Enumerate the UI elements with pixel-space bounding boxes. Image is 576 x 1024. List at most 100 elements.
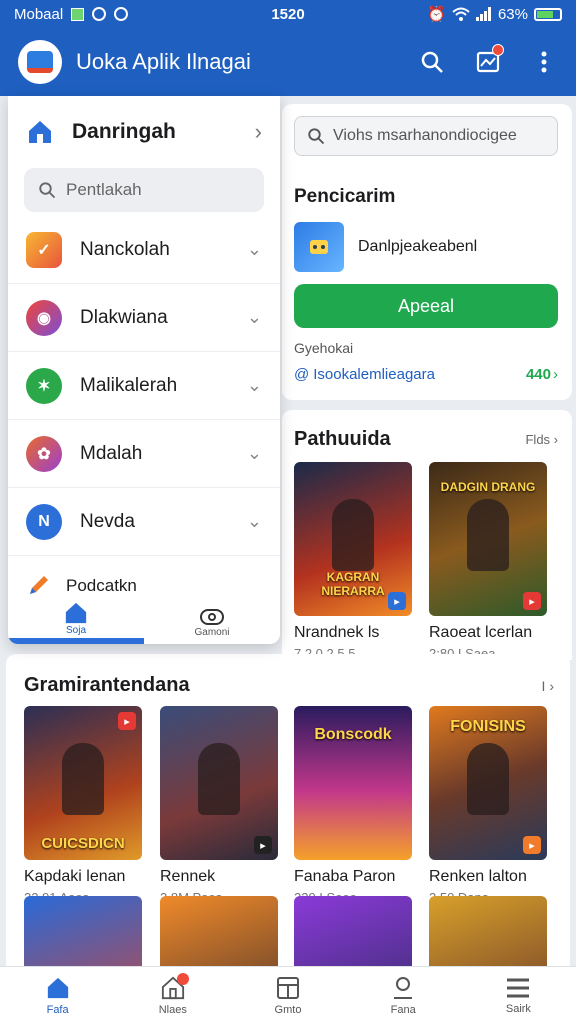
- drawer-header[interactable]: Danringah ›: [8, 96, 280, 168]
- game-name: Rennek: [160, 868, 216, 885]
- game-name: Kapdaki lenan: [24, 868, 126, 885]
- overflow-menu-button[interactable]: [530, 48, 558, 76]
- popular-section: Pathuuida Flds › KAGRAN NIERARRA ▸ Nrand…: [282, 410, 572, 661]
- game-cover: FONISINS ▸: [429, 706, 547, 860]
- drawer-item-3[interactable]: ✶ Malikalerah ⌄: [8, 352, 280, 420]
- game-card[interactable]: KAGRAN NIERARRA ▸ Nrandnek ls 7 2 0 2 5 …: [294, 462, 412, 661]
- drawer-item-5[interactable]: N Nevda ⌄: [8, 488, 280, 556]
- bottom-navigation: Fafa Nlaes Gmto Fana Sairk: [0, 966, 576, 1024]
- drawer-tab-games[interactable]: Gamoni: [144, 598, 280, 644]
- game-name: Raoeat lcerlan: [429, 624, 533, 641]
- nav-label: Sairk: [505, 1002, 531, 1015]
- more-vert-icon: [541, 51, 547, 73]
- see-more-label: I: [541, 677, 546, 694]
- game-cover: DADGIN DRANG ▸: [429, 462, 547, 616]
- chevron-down-icon: ⌄: [246, 443, 262, 463]
- image-notification-icon: [71, 7, 85, 21]
- search-input[interactable]: Viohs msarhanondiocigee: [294, 116, 558, 156]
- search-results-card: Viohs msarhanondiocigee Pencicarim Danlp…: [282, 104, 572, 400]
- badge-icon: ▸: [118, 712, 136, 730]
- chevron-right-icon: ›: [553, 366, 558, 383]
- nav-label: Fana: [390, 1003, 416, 1016]
- install-button[interactable]: Apeeal: [294, 284, 558, 328]
- nav-label: Gmto: [274, 1003, 302, 1016]
- chevron-down-icon: ⌄: [246, 307, 262, 327]
- camera-icon: ◉: [26, 299, 62, 336]
- app-title: Uoka Aplik Ilnagai: [76, 49, 251, 74]
- app-bar: Uoka Aplik Ilnagai: [0, 28, 576, 96]
- app-result[interactable]: Danlpjeakeabenl: [294, 222, 477, 272]
- game-cover: KAGRAN NIERARRA ▸: [294, 462, 412, 616]
- drawer-item-label: Dlakwiana: [80, 306, 168, 328]
- location-icon: [394, 976, 413, 999]
- checklist-icon: ✓: [26, 231, 62, 268]
- app-name: Danlpjeakeabenl: [358, 238, 478, 255]
- search-icon: [421, 51, 443, 73]
- activity-icon: ✶: [26, 367, 62, 404]
- drawer-search-input[interactable]: Pentlakah: [24, 168, 264, 212]
- see-more-link[interactable]: I ›: [542, 678, 554, 694]
- see-all-link[interactable]: @ Isookalemlieagara 440 ›: [294, 366, 558, 383]
- drawer-item-2[interactable]: ◉ Dlakwiana ⌄: [8, 284, 280, 352]
- see-more-label: Flds: [525, 432, 551, 447]
- wifi-icon: [452, 7, 470, 21]
- game-cover: CUICSDICN ▸: [24, 706, 142, 860]
- pencil-icon: [30, 576, 48, 594]
- search-button[interactable]: [418, 48, 446, 76]
- sync-icon: [114, 7, 129, 21]
- game-art-title: Bonscodk: [314, 726, 392, 743]
- store-icon: ▸: [388, 592, 406, 610]
- drawer-tab-home[interactable]: Soja: [8, 598, 144, 644]
- see-more-link[interactable]: Flds ›: [525, 432, 558, 447]
- home-icon: [47, 977, 68, 998]
- nav-home[interactable]: Fafa: [0, 967, 115, 1024]
- section-title: Gramirantendana: [24, 674, 190, 696]
- game-cover: ▸: [160, 706, 278, 860]
- play-icon: ▸: [523, 592, 541, 610]
- game-card[interactable]: Bonscodk Fanaba Paron 229 I Seeo: [294, 706, 412, 905]
- game-cover: Bonscodk: [294, 706, 412, 860]
- link-count: 440: [525, 366, 551, 383]
- nav-games[interactable]: Gmto: [230, 967, 345, 1024]
- notifications-button[interactable]: [474, 44, 504, 76]
- gamepad-icon: [200, 609, 224, 625]
- game-art-title: CUICSDICN: [41, 835, 125, 852]
- drawer-item-label: Mdalah: [80, 442, 143, 464]
- chevron-down-icon: ⌄: [246, 375, 262, 395]
- carrier-label: Mobaal: [14, 5, 64, 23]
- robot-icon: [310, 240, 328, 254]
- alarm-icon: ⏰: [427, 6, 446, 23]
- chevron-right-icon: ›: [254, 119, 262, 144]
- game-name: Fanaba Paron: [294, 868, 396, 885]
- drawer-item-4[interactable]: ✿ Mdalah ⌄: [8, 420, 280, 488]
- signal-icon: [475, 7, 491, 21]
- chevron-down-icon: ⌄: [246, 239, 262, 259]
- navigation-drawer: Danringah › Pentlakah ✓ Nanckolah ⌄ ◉ Dl…: [8, 96, 280, 644]
- drawer-item-label: Nevda: [80, 510, 135, 532]
- game-card[interactable]: DADGIN DRANG ▸ Raoeat lcerlan 2:80 I Sae…: [429, 462, 547, 661]
- game-art-title: FONISINS: [450, 718, 526, 735]
- badge-icon: ▸: [523, 836, 541, 854]
- drawer-tab-label: Soja: [65, 625, 86, 636]
- chevron-down-icon: ⌄: [246, 511, 262, 531]
- nav-search[interactable]: Sairk: [461, 967, 576, 1024]
- link-text: Isookalemlieagara: [313, 366, 435, 383]
- game-name: Nrandnek ls: [294, 624, 380, 641]
- drawer-item-1[interactable]: ✓ Nanckolah ⌄: [8, 216, 280, 284]
- app-logo[interactable]: [18, 40, 62, 84]
- app-thumbnail: [294, 222, 344, 272]
- nav-profile[interactable]: Fana: [346, 967, 461, 1024]
- drawer-title: Danringah: [72, 120, 176, 143]
- home-icon: [29, 121, 51, 143]
- nav-label: Nlaes: [158, 1003, 187, 1016]
- search-placeholder: Viohs msarhanondiocigee: [333, 127, 517, 144]
- nav-apps[interactable]: Nlaes: [115, 967, 230, 1024]
- game-name: Renken lalton: [429, 868, 527, 885]
- recommended-section: Gramirantendana I › CUICSDICN ▸ Kapdaki …: [6, 654, 570, 1024]
- game-card[interactable]: FONISINS ▸ Renken lalton 3.50 Dana: [429, 706, 547, 905]
- section-title: Pathuuida: [294, 428, 391, 450]
- game-card[interactable]: ▸ Rennek 2.8M Paes: [160, 706, 278, 905]
- nav-badge: [177, 973, 190, 985]
- game-card[interactable]: CUICSDICN ▸ Kapdaki lenan 22.91 Aaes: [24, 706, 142, 905]
- home-icon: [65, 602, 87, 624]
